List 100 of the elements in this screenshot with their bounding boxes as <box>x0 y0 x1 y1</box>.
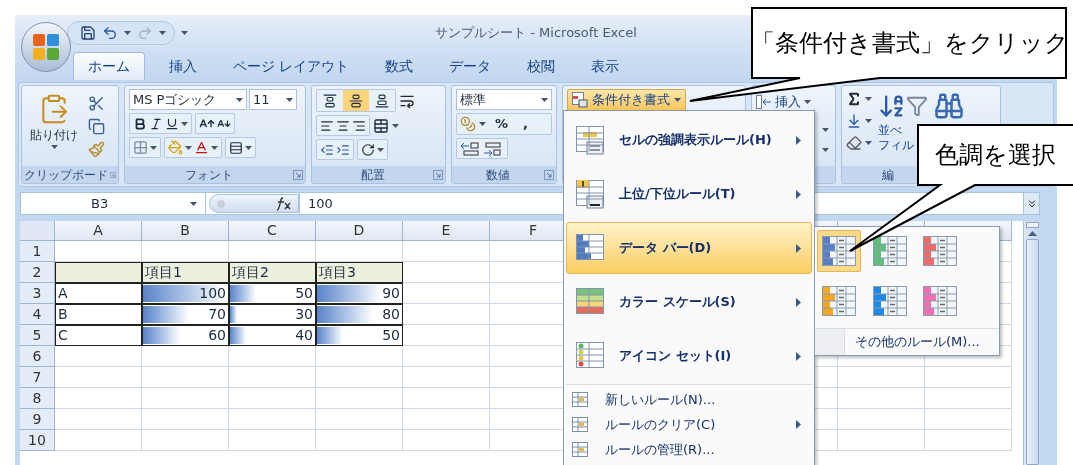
dialog-launcher-icon[interactable] <box>544 169 554 180</box>
column-header[interactable]: B <box>142 221 229 241</box>
data-bar-icon <box>922 235 959 267</box>
row-header[interactable]: 2 <box>20 262 55 283</box>
ribbon-tab[interactable]: データ <box>437 52 504 80</box>
data-bar-icon <box>871 235 908 267</box>
row-header[interactable]: 1 <box>20 241 55 262</box>
conditional-formatting-button[interactable]: 条件付き書式 <box>567 89 686 111</box>
italic-icon[interactable] <box>149 116 163 131</box>
function-button[interactable] <box>209 194 299 213</box>
menu-item[interactable]: ルールのクリア(C) <box>566 412 812 437</box>
borders-button[interactable] <box>129 137 161 158</box>
undo-icon[interactable] <box>102 24 118 41</box>
vertical-align-button[interactable] <box>317 90 343 111</box>
phonetic-guide-icon[interactable] <box>229 140 243 155</box>
percent-button[interactable]: % <box>489 114 515 134</box>
ribbon-tab[interactable]: 挿入 <box>157 52 209 80</box>
data-bar-icon <box>871 285 908 317</box>
cell-value: 項目3 <box>319 263 356 282</box>
align-right-icon[interactable] <box>352 118 366 133</box>
menu-item[interactable]: 新しいルール(N)... <box>566 387 812 412</box>
menu-item-label: ルールの管理(R)... <box>605 440 715 459</box>
row-header[interactable]: 5 <box>20 325 55 346</box>
ribbon-tab[interactable]: 校閲 <box>515 52 568 80</box>
autosum-icon[interactable] <box>846 91 862 107</box>
orientation-button[interactable] <box>357 139 388 160</box>
conditional-format-icon <box>572 92 588 108</box>
borders-icon[interactable] <box>133 140 148 155</box>
comma-button[interactable]: , <box>517 114 534 134</box>
row-header[interactable]: 6 <box>20 346 55 367</box>
decrease-decimal-icon[interactable] <box>482 140 502 157</box>
font-size-field[interactable]: 11 <box>249 89 297 110</box>
increase-decimal-icon[interactable] <box>460 140 480 157</box>
scroll-thumb[interactable] <box>1025 239 1039 465</box>
menu-item[interactable]: 上位/下位ルール(T) <box>566 168 812 220</box>
orientation-icon[interactable] <box>361 142 375 157</box>
vertical-scrollbar[interactable] <box>1023 221 1040 465</box>
paste-button[interactable]: 貼り付け <box>26 91 82 158</box>
column-header[interactable]: D <box>316 221 403 241</box>
menu-item[interactable]: セルの強調表示ルール(H) <box>566 114 812 166</box>
data-bar-icon <box>821 285 857 317</box>
caret-icon <box>150 145 157 150</box>
font-size-value: 11 <box>253 90 270 109</box>
window-title: サンプルシート - Microsoft Excel <box>435 23 637 42</box>
sort-filter-label[interactable]: 並べ <box>878 123 902 138</box>
row-header[interactable]: 3 <box>20 283 55 304</box>
row-header[interactable]: 8 <box>20 388 55 409</box>
filter-icon[interactable] <box>906 95 928 117</box>
cut-icon[interactable] <box>88 95 105 112</box>
sort-filter-label[interactable]: フィル <box>878 138 914 153</box>
merge-icon[interactable] <box>373 117 389 134</box>
menu-item[interactable]: データ バー(D) <box>566 222 812 274</box>
group-label: フォント <box>185 166 233 184</box>
ribbon-tab[interactable]: 数式 <box>373 52 426 80</box>
menu-item[interactable]: カラー スケール(S) <box>566 276 812 328</box>
decrease-indent-icon[interactable] <box>320 142 334 157</box>
dialog-launcher-icon[interactable] <box>293 169 303 180</box>
cell-value: C <box>58 326 68 345</box>
expand-formula-button[interactable] <box>1023 193 1039 214</box>
copy-icon[interactable] <box>88 118 105 135</box>
find-icon[interactable] <box>934 91 964 121</box>
column-header[interactable]: E <box>403 221 490 241</box>
number-format-field[interactable]: 標準 <box>456 89 552 110</box>
menu-item[interactable]: アイコン セット(I) <box>566 330 812 382</box>
increase-indent-icon[interactable] <box>336 142 350 157</box>
align-left-icon[interactable] <box>320 118 334 133</box>
clear-icon[interactable] <box>846 135 862 151</box>
menu-item[interactable]: その他のルール(M)... <box>815 328 999 355</box>
caret-icon <box>865 97 872 101</box>
align-center-icon[interactable] <box>336 118 350 133</box>
font-name-field[interactable]: MS Pゴシック <box>129 89 247 110</box>
vertical-align-button[interactable] <box>369 90 395 111</box>
format-painter-icon[interactable] <box>88 141 105 158</box>
ribbon-tab[interactable]: 表示 <box>579 52 632 80</box>
caret-icon <box>392 123 399 128</box>
row-header[interactable]: 10 <box>20 430 55 451</box>
fill-color-icon[interactable] <box>168 140 183 155</box>
group-label: 配置 <box>360 166 385 184</box>
column-header[interactable]: A <box>55 221 142 241</box>
row-header[interactable]: 7 <box>20 367 55 388</box>
scroll-up-icon[interactable] <box>1027 231 1037 236</box>
cell-value: 40 <box>295 326 313 345</box>
phonetic-guide-button[interactable] <box>225 137 256 158</box>
menu-item[interactable]: ルールの管理(R)... <box>566 437 812 462</box>
underline-icon[interactable] <box>165 116 179 131</box>
row-header[interactable]: 9 <box>20 409 55 430</box>
fill-icon[interactable] <box>846 113 862 129</box>
caret-icon <box>181 121 188 126</box>
ribbon-tab[interactable]: ページ レイアウト <box>221 52 362 80</box>
name-box[interactable]: B3 <box>21 193 206 214</box>
vertical-align-button[interactable] <box>343 90 369 111</box>
caret-icon <box>185 145 192 150</box>
font-color-icon[interactable] <box>194 140 209 155</box>
bold-icon[interactable] <box>133 116 147 131</box>
currency-icon[interactable] <box>460 116 476 132</box>
dialog-launcher-icon[interactable] <box>433 169 443 180</box>
save-icon[interactable] <box>80 24 96 41</box>
column-header[interactable]: C <box>229 221 316 241</box>
row-header[interactable]: 4 <box>20 304 55 325</box>
ribbon-tab[interactable]: ホーム <box>73 52 145 80</box>
